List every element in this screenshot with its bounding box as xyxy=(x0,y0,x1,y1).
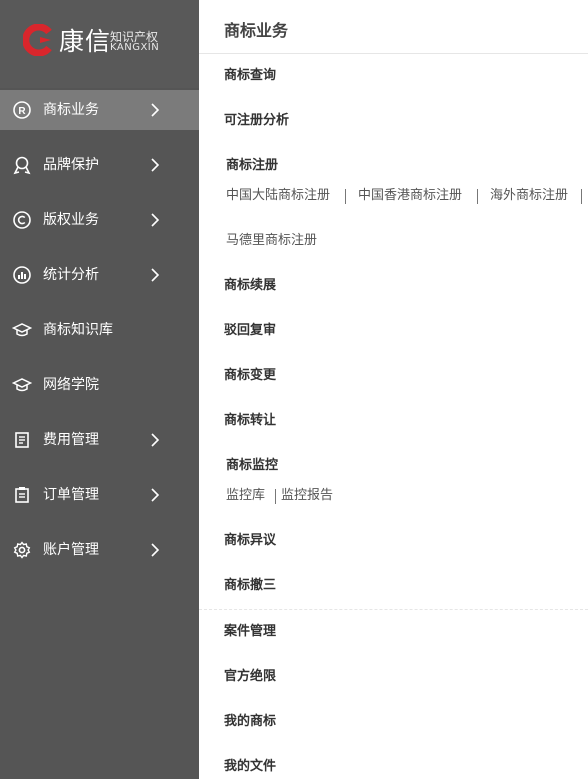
logo-brand-text: 康信 xyxy=(59,27,112,56)
sidebar-item-statistics[interactable]: 统计分析 xyxy=(0,255,199,295)
chevron-right-icon xyxy=(151,433,160,447)
submenu-title: 商标业务 xyxy=(224,21,289,40)
link-hongkong-registration[interactable]: 中国香港商标注册 xyxy=(358,187,462,205)
submenu-header: 商标业务 xyxy=(199,0,588,54)
menu-non-use-cancellation[interactable]: 商标撤三 xyxy=(224,577,276,595)
sidebar-item-label: 订单管理 xyxy=(43,487,99,503)
sidebar-item-label: 统计分析 xyxy=(43,267,99,283)
copyright-icon xyxy=(13,211,31,229)
sidebar-item-label: 网络学院 xyxy=(43,377,99,393)
divider xyxy=(477,189,478,204)
graduation-cap-icon xyxy=(12,323,32,337)
sidebar-item-fee-management[interactable]: 费用管理 xyxy=(0,420,199,460)
award-icon xyxy=(13,156,31,175)
sidebar-item-label: 费用管理 xyxy=(43,432,99,448)
sidebar-item-account-management[interactable]: 账户管理 xyxy=(0,530,199,570)
menu-trademark-change[interactable]: 商标变更 xyxy=(224,367,276,385)
chart-icon xyxy=(13,266,31,284)
divider xyxy=(275,489,276,504)
logo[interactable]: 康信 知识产权 KANGXIN xyxy=(0,0,199,88)
sidebar-item-label: 品牌保护 xyxy=(43,157,99,173)
sidebar-item-copyright[interactable]: 版权业务 xyxy=(0,200,199,240)
chevron-right-icon xyxy=(151,158,160,172)
menu-trademark-opposition[interactable]: 商标异议 xyxy=(224,532,276,550)
sidebar-item-label: 商标业务 xyxy=(43,102,99,118)
menu-trademark-registration[interactable]: 商标注册 xyxy=(226,157,278,175)
menu-registrability-analysis[interactable]: 可注册分析 xyxy=(224,112,289,130)
divider xyxy=(345,189,346,204)
sidebar-item-label: 版权业务 xyxy=(43,212,99,228)
chevron-right-icon xyxy=(151,213,160,227)
menu-trademark-search[interactable]: 商标查询 xyxy=(224,67,276,85)
sidebar-item-order-management[interactable]: 订单管理 xyxy=(0,475,199,515)
sidebar-item-trademark-business[interactable]: R 商标业务 xyxy=(0,90,199,130)
divider xyxy=(581,189,582,204)
clipboard-icon xyxy=(15,487,29,503)
chevron-right-icon xyxy=(151,268,160,282)
sidebar-item-trademark-knowledge[interactable]: 商标知识库 xyxy=(0,310,199,350)
svg-text:R: R xyxy=(18,106,26,117)
link-mainland-registration[interactable]: 中国大陆商标注册 xyxy=(226,187,330,205)
registered-icon: R xyxy=(13,101,31,119)
kangxin-logo-icon xyxy=(23,24,52,56)
link-overseas-registration[interactable]: 海外商标注册 xyxy=(490,187,568,205)
menu-case-management[interactable]: 案件管理 xyxy=(224,623,276,641)
sidebar: 康信 知识产权 KANGXIN R 商标业务 品牌保护 版权业务 统计分析 商标… xyxy=(0,0,199,779)
chevron-right-icon xyxy=(151,488,160,502)
document-icon xyxy=(15,432,29,448)
sidebar-item-label: 商标知识库 xyxy=(43,322,113,338)
submenu-panel: 商标业务 商标查询 可注册分析 商标注册 中国大陆商标注册 中国香港商标注册 海… xyxy=(199,0,588,779)
section-divider xyxy=(199,609,588,610)
menu-my-files[interactable]: 我的文件 xyxy=(224,758,276,776)
chevron-right-icon xyxy=(151,543,160,557)
menu-rejection-review[interactable]: 驳回复审 xyxy=(224,322,276,340)
menu-trademark-transfer[interactable]: 商标转让 xyxy=(224,412,276,430)
sidebar-item-online-academy[interactable]: 网络学院 xyxy=(0,365,199,405)
link-monitor-report[interactable]: 监控报告 xyxy=(281,487,333,505)
sidebar-item-label: 账户管理 xyxy=(43,542,99,558)
link-madrid-registration[interactable]: 马德里商标注册 xyxy=(226,232,317,250)
graduation-cap-icon xyxy=(12,378,32,392)
link-monitor-library[interactable]: 监控库 xyxy=(226,487,265,505)
chevron-right-icon xyxy=(151,103,160,117)
gear-icon xyxy=(13,541,31,559)
menu-my-trademarks[interactable]: 我的商标 xyxy=(224,713,276,731)
menu-trademark-renewal[interactable]: 商标续展 xyxy=(224,277,276,295)
logo-en-tagline: KANGXIN xyxy=(110,42,160,53)
menu-trademark-monitoring[interactable]: 商标监控 xyxy=(226,457,278,475)
menu-official-deadline[interactable]: 官方绝限 xyxy=(224,668,276,686)
sidebar-item-brand-protection[interactable]: 品牌保护 xyxy=(0,145,199,185)
